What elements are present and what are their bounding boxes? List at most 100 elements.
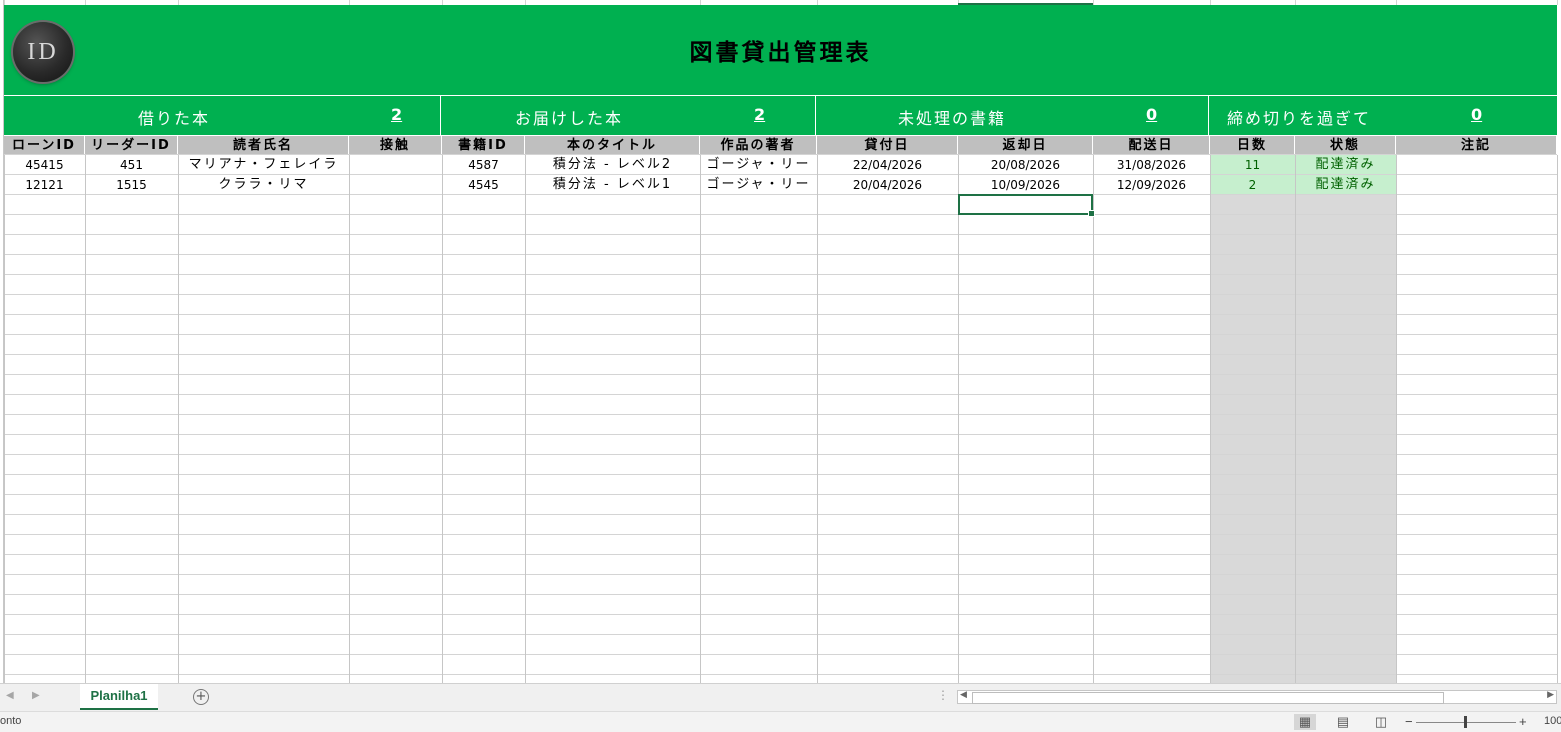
column-gridline [1093, 155, 1094, 683]
column-gridline [1396, 155, 1397, 683]
table-cell[interactable]: 1515 [85, 175, 178, 195]
sheet-tab-planilha1[interactable]: Planilha1 [80, 684, 158, 710]
prev-sheet-icon[interactable]: ◀ [6, 690, 14, 701]
column-gridline [178, 155, 179, 683]
table-cell[interactable]: 積分法 - レベル2 [525, 155, 700, 175]
column-header-7[interactable]: 貸付日 [817, 136, 958, 155]
table-cell[interactable] [349, 155, 442, 175]
column-header-11[interactable]: 状態 [1295, 136, 1396, 155]
row-gridline [4, 274, 1557, 275]
row-gridline [4, 534, 1557, 535]
spreadsheet-grid[interactable]: ID 図書貸出管理表 借りた本 2 お届けした本 2 未処理の書籍 0 締め切り… [0, 0, 1561, 683]
next-sheet-icon[interactable]: ▶ [32, 690, 40, 701]
row-gridline [4, 634, 1557, 635]
kpi-delivered: お届けした本 2 [441, 96, 816, 135]
column-header-0[interactable]: ローンID [4, 136, 85, 155]
add-sheet-icon[interactable]: + [193, 689, 209, 705]
row-gridline [4, 334, 1557, 335]
kpi-value: 0 [1471, 105, 1483, 124]
column-gridline [525, 155, 526, 683]
table-cell[interactable] [349, 175, 442, 195]
table-cell[interactable]: 4545 [442, 175, 525, 195]
kpi-label: 締め切りを過ぎて [1227, 109, 1372, 128]
column-header-3[interactable]: 接触 [349, 136, 442, 155]
page-layout-view-icon[interactable]: ▤ [1332, 714, 1354, 730]
table-cell[interactable]: クララ・リマ [178, 175, 349, 195]
row-gridline [4, 614, 1557, 615]
table-cell[interactable]: ゴージャ・リー [700, 175, 817, 195]
table-cell[interactable]: 2 [1210, 175, 1295, 195]
table-cell[interactable]: 20/04/2026 [817, 175, 958, 195]
row-gridline [4, 254, 1557, 255]
row-gridline [4, 414, 1557, 415]
column-header-10[interactable]: 日数 [1210, 136, 1295, 155]
splitter-handle[interactable]: ⋮ [937, 688, 949, 702]
column-header-4[interactable]: 書籍ID [442, 136, 525, 155]
zoom-slider-thumb[interactable] [1464, 716, 1467, 728]
row-gridline [4, 314, 1557, 315]
table-cell[interactable]: 積分法 - レベル1 [525, 175, 700, 195]
column-gridline [349, 155, 350, 683]
column-header-1[interactable]: リーダーID [85, 136, 178, 155]
row-gridline [4, 434, 1557, 435]
table-cell[interactable] [1396, 175, 1557, 195]
table-cell[interactable]: 10/09/2026 [958, 175, 1093, 195]
column-header-12[interactable]: 注記 [1396, 136, 1557, 155]
table-cell[interactable]: 45415 [4, 155, 85, 175]
table-cell[interactable]: 配達済み [1295, 175, 1396, 195]
kpi-value: 2 [391, 105, 403, 124]
table-cell[interactable]: 11 [1210, 155, 1295, 175]
table-cell[interactable]: 20/08/2026 [958, 155, 1093, 175]
row-gridline [4, 554, 1557, 555]
column-gridline [958, 155, 959, 683]
column-gridline [85, 155, 86, 683]
row-gridline [4, 494, 1557, 495]
table-cell[interactable]: 12121 [4, 175, 85, 195]
table-cell[interactable]: マリアナ・フェレイラ [178, 155, 349, 175]
table-cell[interactable]: 配達済み [1295, 155, 1396, 175]
kpi-borrowed: 借りた本 2 [4, 96, 441, 135]
column-gridline [700, 155, 701, 683]
column-gridline [442, 155, 443, 683]
row-gridline [4, 474, 1557, 475]
column-header-6[interactable]: 作品の著者 [700, 136, 817, 155]
kpi-unprocessed: 未処理の書籍 0 [816, 96, 1209, 135]
zoom-in-icon[interactable]: + [1519, 714, 1527, 729]
table-cell[interactable]: 451 [85, 155, 178, 175]
fill-handle[interactable] [1088, 210, 1095, 217]
scroll-left-icon[interactable]: ◀ [960, 690, 967, 700]
column-header-8[interactable]: 返却日 [958, 136, 1093, 155]
kpi-overdue: 締め切りを過ぎて 0 [1209, 96, 1557, 135]
page-break-view-icon[interactable]: ◫ [1370, 714, 1392, 730]
kpi-label: 借りた本 [138, 109, 211, 128]
column-gridline [4, 155, 5, 683]
table-cell[interactable]: ゴージャ・リー [700, 155, 817, 175]
zoom-out-icon[interactable]: − [1405, 714, 1413, 729]
row-gridline [4, 394, 1557, 395]
table-cell[interactable]: 12/09/2026 [1093, 175, 1210, 195]
row-gridline [4, 454, 1557, 455]
status-text: onto [0, 715, 22, 727]
table-cell[interactable] [1396, 155, 1557, 175]
column-gridline [1295, 155, 1296, 683]
normal-view-icon[interactable]: ▦ [1294, 714, 1316, 730]
active-cell[interactable] [958, 194, 1095, 217]
column-header-5[interactable]: 本のタイトル [525, 136, 700, 155]
table-cell[interactable]: 22/04/2026 [817, 155, 958, 175]
kpi-label: 未処理の書籍 [898, 109, 1007, 128]
row-gridline [4, 594, 1557, 595]
table-cell[interactable]: 4587 [442, 155, 525, 175]
column-header-9[interactable]: 配送日 [1093, 136, 1210, 155]
column-gridline [1557, 155, 1558, 683]
scroll-right-icon[interactable]: ▶ [1547, 690, 1554, 700]
scroll-thumb[interactable] [972, 692, 1444, 704]
kpi-value: 0 [1146, 105, 1158, 124]
row-gridline [4, 574, 1557, 575]
column-header-2[interactable]: 読者氏名 [178, 136, 349, 155]
row-gridline [4, 214, 1557, 215]
zoom-level[interactable]: 100 [1544, 715, 1561, 727]
horizontal-scrollbar[interactable]: ◀ ▶ [957, 690, 1557, 704]
kpi-label: お届けした本 [515, 109, 624, 128]
row-gridline [4, 294, 1557, 295]
table-cell[interactable]: 31/08/2026 [1093, 155, 1210, 175]
